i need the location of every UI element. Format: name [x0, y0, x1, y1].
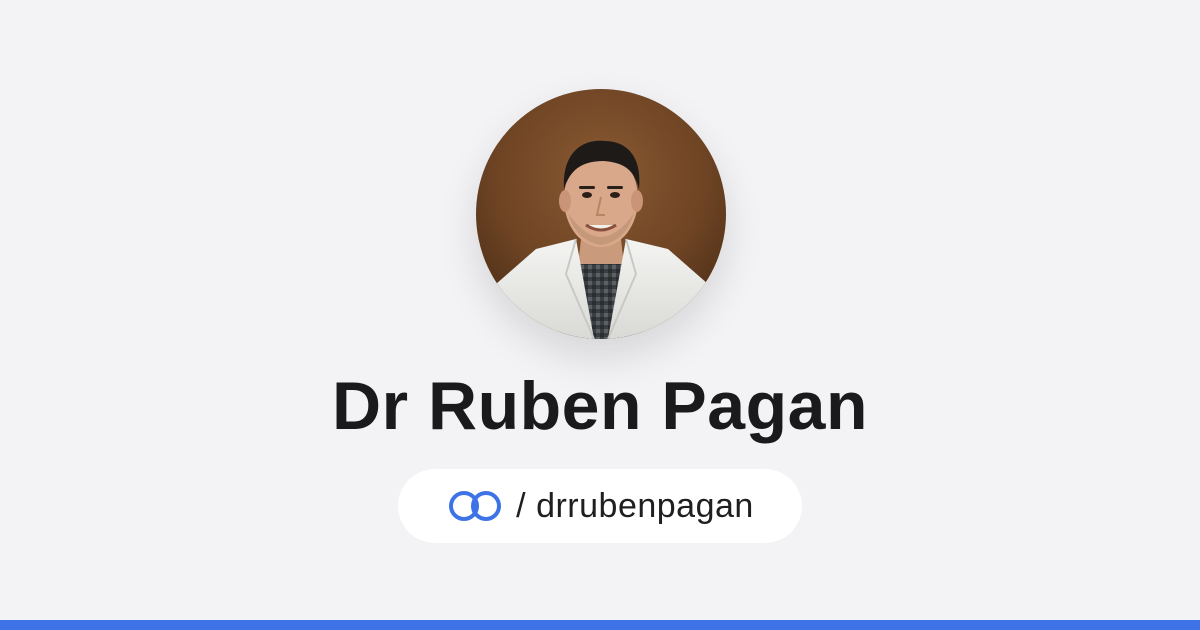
- avatar-photo: [476, 89, 726, 339]
- profile-handle-link[interactable]: / drrubenpagan: [398, 469, 802, 543]
- profile-card: Dr Ruben Pagan / drrubenpagan: [0, 0, 1200, 620]
- handle-username: drrubenpagan: [536, 486, 754, 525]
- accent-bar: [0, 620, 1200, 630]
- linked-rings-icon: [449, 491, 502, 521]
- handle-separator: /: [516, 486, 537, 525]
- profile-name: Dr Ruben Pagan: [332, 368, 868, 444]
- avatar[interactable]: [476, 89, 726, 339]
